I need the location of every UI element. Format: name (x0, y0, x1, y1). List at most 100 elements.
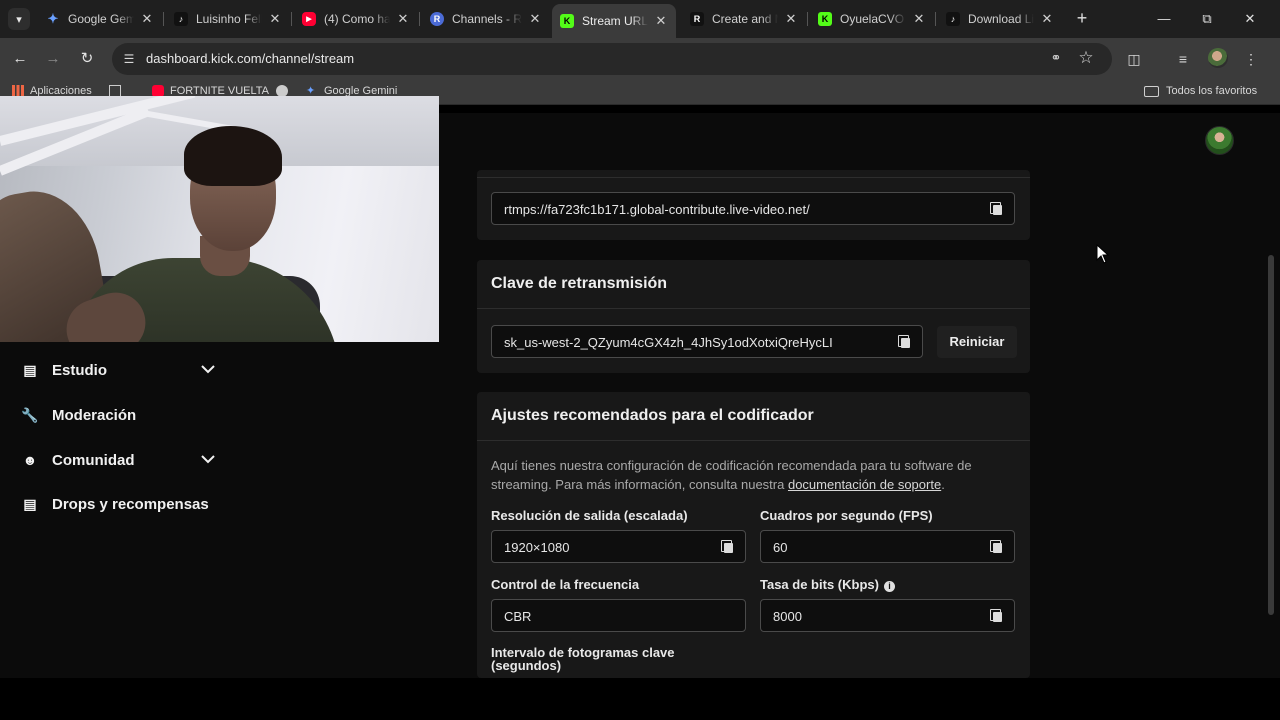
tab-create[interactable]: R Create and M ✕ (682, 4, 806, 34)
reload-button[interactable]: ↻ (76, 48, 98, 70)
bitrate-label: Tasa de bits (Kbps) (760, 577, 879, 592)
close-icon[interactable]: ✕ (912, 11, 926, 27)
users-icon: ☻ (22, 452, 38, 468)
gemini-icon: ✦ (47, 11, 59, 26)
tiktok-icon: ♪ (946, 12, 960, 26)
folder-icon (1144, 85, 1159, 97)
back-button[interactable]: ← (9, 48, 31, 70)
tab-download[interactable]: ♪ Download Li ✕ (938, 4, 1062, 34)
copy-icon[interactable] (990, 540, 1003, 554)
new-tab-button[interactable]: + (1072, 9, 1092, 29)
tiktok-icon: ♪ (174, 12, 188, 26)
webcam-overlay (0, 96, 439, 342)
stream-key-field[interactable]: sk_us-west-2_QZyum4cGX4zh_4JhSy1odXotxiQ… (491, 325, 923, 358)
chevron-down-icon[interactable] (199, 360, 217, 378)
server-url-card: rtmps://fa723fc1b171.global-contribute.l… (477, 170, 1030, 240)
stream-key-value: sk_us-west-2_QZyum4cGX4zh_4JhSy1odXotxiQ… (504, 335, 833, 350)
mouse-cursor-icon (1096, 244, 1110, 264)
sidebar-item-drops[interactable]: ▤ Drops y recompensas (22, 492, 209, 516)
close-icon[interactable]: ✕ (1040, 11, 1054, 27)
server-url-value: rtmps://fa723fc1b171.global-contribute.l… (504, 202, 810, 217)
media-control-icon[interactable]: ≡ (1172, 48, 1194, 70)
info-icon[interactable]: i (883, 581, 895, 592)
rate-control-field[interactable]: CBR (491, 599, 746, 632)
tab-strip: ▾ ✦ Google Gemini ✕ ♪ Luisinho Felipe ✕ … (0, 0, 1280, 38)
sidebar-item-comunidad[interactable]: ☻ Comunidad (22, 448, 135, 472)
sidebar-item-label: Estudio (52, 361, 107, 379)
sidebar-item-moderacion[interactable]: 🔧 Moderación (21, 403, 137, 427)
tab-google-gemini[interactable]: ✦ Google Gemini ✕ (38, 4, 162, 34)
sidebar-item-estudio[interactable]: ▤ Estudio (22, 358, 107, 382)
tab-title: Channels - R (452, 12, 522, 26)
all-bookmarks[interactable]: Todos los favoritos (1144, 85, 1257, 97)
forward-button[interactable]: → (42, 48, 64, 70)
sidebar-item-label: Drops y recompensas (52, 495, 209, 513)
profile-avatar[interactable] (1208, 48, 1228, 68)
close-window-button[interactable]: ✕ (1236, 8, 1264, 30)
bitrate-value: 8000 (773, 609, 802, 624)
tab-channels[interactable]: R Channels - R ✕ (422, 4, 550, 34)
bitrate-label-row: Tasa de bits (Kbps) i (760, 577, 895, 592)
tab-search-button[interactable]: ▾ (8, 8, 30, 30)
tab-oyuela[interactable]: K OyuelaCVO ✕ (810, 4, 934, 34)
site-info-icon[interactable]: ☰ (121, 51, 137, 67)
youtube-icon: ▶ (302, 12, 316, 26)
sidebar-item-label: Moderación (52, 406, 137, 424)
bookmark-star-icon[interactable]: ☆ (1076, 48, 1096, 68)
encoder-description: Aquí tienes nuestra configuración de cod… (491, 456, 1021, 494)
close-icon[interactable]: ✕ (528, 11, 542, 27)
rate-control-value: CBR (504, 609, 532, 624)
minimize-button[interactable]: — (1150, 8, 1178, 30)
tab-youtube[interactable]: ▶ (4) Como hacer ✕ (294, 4, 418, 34)
extensions-icon[interactable]: ◫ (1123, 48, 1145, 70)
tab-title: (4) Como hacer (324, 12, 390, 26)
fps-label: Cuadros por segundo (FPS) (760, 508, 933, 523)
url-text: dashboard.kick.com/channel/stream (146, 51, 355, 66)
bitrate-field[interactable]: 8000 (760, 599, 1015, 632)
menu-kebab-icon[interactable]: ⋮ (1240, 48, 1262, 70)
close-icon[interactable]: ✕ (140, 11, 154, 27)
kick-icon: K (560, 14, 574, 28)
card-title: Ajustes recomendados para el codificador (491, 407, 814, 424)
password-key-icon[interactable]: ⚭ (1046, 50, 1066, 68)
tab-stream-url[interactable]: K Stream URL ✕ (552, 4, 676, 38)
tab-title: OyuelaCVO (840, 12, 905, 26)
encoder-settings-card: Ajustes recomendados para el codificador… (477, 392, 1030, 678)
r-circle-icon: R (430, 12, 444, 26)
server-url-field[interactable]: rtmps://fa723fc1b171.global-contribute.l… (491, 192, 1015, 225)
browser-toolbar: ← → ↻ ☰ dashboard.kick.com/channel/strea… (0, 38, 1280, 80)
stream-key-card: Clave de retransmisión sk_us-west-2_QZyu… (477, 260, 1030, 373)
card-title: Clave de retransmisión (491, 275, 668, 292)
tab-luisinho[interactable]: ♪ Luisinho Felipe ✕ (166, 4, 290, 34)
resolution-field[interactable]: 1920×1080 (491, 530, 746, 563)
close-icon[interactable]: ✕ (654, 13, 668, 29)
page-scrollbar[interactable] (1268, 255, 1274, 615)
fps-field[interactable]: 60 (760, 530, 1015, 563)
restore-button[interactable]: ⧉ (1193, 8, 1221, 30)
close-icon[interactable]: ✕ (396, 11, 410, 27)
description-end: . (941, 477, 945, 492)
copy-icon[interactable] (898, 335, 911, 349)
screen: ▾ ✦ Google Gemini ✕ ♪ Luisinho Felipe ✕ … (0, 0, 1280, 720)
user-avatar[interactable] (1205, 126, 1234, 155)
reset-key-button[interactable]: Reiniciar (937, 326, 1017, 358)
kick-icon: K (818, 12, 832, 26)
copy-icon[interactable] (721, 540, 734, 554)
resolution-value: 1920×1080 (504, 540, 570, 555)
address-bar[interactable]: ☰ dashboard.kick.com/channel/stream ⚭ ☆ (112, 43, 1112, 75)
support-docs-link[interactable]: documentación de soporte (788, 477, 941, 492)
close-icon[interactable]: ✕ (784, 11, 798, 27)
rate-control-label: Control de la frecuencia (491, 577, 640, 592)
tab-title: Luisinho Felipe (196, 12, 262, 26)
close-icon[interactable]: ✕ (268, 11, 282, 27)
tab-title: Stream URL (582, 14, 648, 28)
tab-title: Google Gemini (68, 12, 134, 26)
keyframe-label: Intervalo de fotogramas clave (segundos) (491, 645, 675, 673)
copy-icon[interactable] (990, 609, 1003, 623)
studio-icon: ▤ (23, 361, 37, 378)
tab-title: Download Li (968, 12, 1034, 26)
fps-value: 60 (773, 540, 788, 555)
chevron-down-icon[interactable] (199, 450, 217, 468)
resolution-label: Resolución de salida (escalada) (491, 508, 688, 523)
copy-icon[interactable] (990, 202, 1003, 216)
